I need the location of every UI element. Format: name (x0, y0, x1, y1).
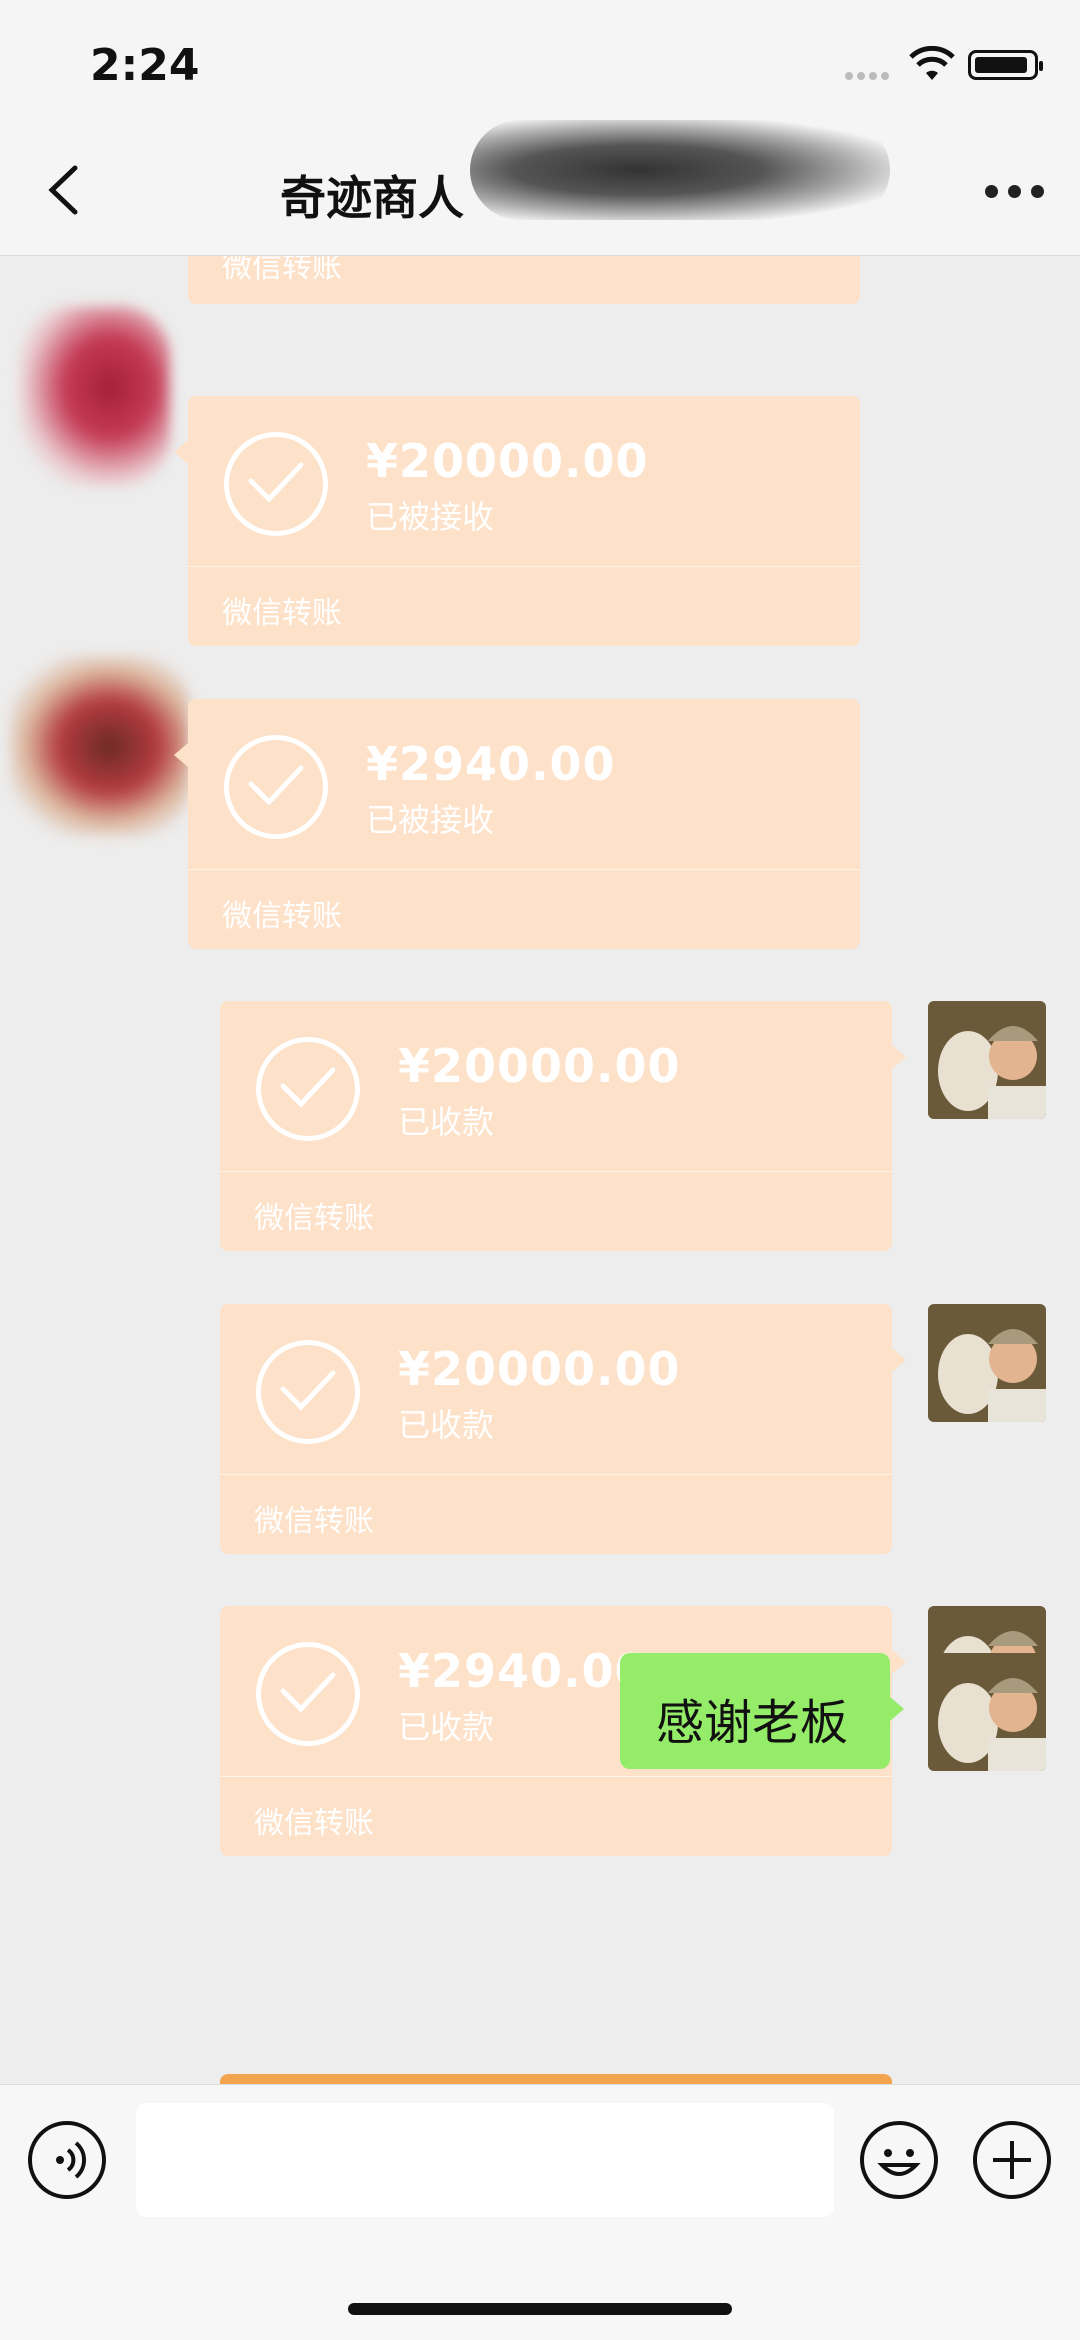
message-input[interactable] (136, 2103, 834, 2217)
divider (220, 1474, 892, 1475)
transfer-brand: 微信转账 (254, 1504, 374, 1539)
avatar[interactable] (10, 656, 190, 836)
check-circle-icon (256, 1642, 360, 1746)
transfer-status: 已收款 (398, 1708, 495, 1746)
chat-area[interactable]: 微信转账 ¥20000.00 已被接收 微信转账 ¥2940.00 已被接收 微… (0, 256, 1080, 2084)
transfer-amount: ¥20000.00 (398, 1342, 681, 1396)
check-circle-icon (224, 735, 328, 839)
transfer-card[interactable]: ¥20000.00 已被接收 微信转账 (174, 396, 860, 646)
transfer-amount: ¥20000.00 (366, 434, 649, 488)
input-bar (0, 2084, 1080, 2340)
check-circle-icon (256, 1037, 360, 1141)
transfer-card[interactable]: 微信转账 (188, 256, 860, 304)
transfer-brand: 微信转账 (222, 899, 342, 934)
divider (220, 1171, 892, 1172)
home-indicator[interactable] (348, 2303, 732, 2315)
voice-icon[interactable] (28, 2121, 106, 2199)
emoji-icon[interactable] (860, 2121, 938, 2199)
transfer-card[interactable]: ¥20000.00 已收款 微信转账 (220, 1304, 906, 1554)
back-button[interactable] (40, 160, 90, 220)
transfer-brand: 微信转账 (222, 596, 342, 631)
transfer-amount: ¥20000.00 (398, 1039, 681, 1093)
transfer-status: 已被接收 (366, 801, 495, 839)
avatar[interactable] (928, 1001, 1046, 1119)
transfer-status: 已被接收 (366, 498, 495, 536)
check-circle-icon (224, 432, 328, 536)
wifi-icon (909, 46, 955, 80)
divider (220, 1776, 892, 1777)
transfer-brand: 微信转账 (254, 1201, 374, 1236)
avatar[interactable] (928, 1304, 1046, 1422)
transfer-brand: 微信转账 (222, 256, 342, 285)
transfer-amount: ¥2940.00 (366, 737, 616, 791)
battery-icon (968, 50, 1043, 80)
status-bar: 2:24 (0, 0, 1080, 130)
more-button[interactable] (985, 185, 1045, 201)
chat-title: 奇迹商人 (280, 171, 464, 225)
transfer-status: 已收款 (398, 1406, 495, 1444)
avatar[interactable] (20, 306, 170, 486)
transfer-brand: 微信转账 (254, 1806, 374, 1841)
signal-icon (845, 72, 895, 82)
status-time: 2:24 (90, 40, 200, 91)
transfer-amount: ¥2940.00 (398, 1644, 648, 1698)
redaction-smudge (470, 120, 890, 220)
message-text: 感谢老板 (656, 1695, 849, 1751)
transfer-card[interactable] (220, 2074, 892, 2084)
message-bubble[interactable]: 感谢老板 (620, 1653, 904, 1769)
check-circle-icon (256, 1340, 360, 1444)
avatar[interactable] (928, 1653, 1046, 1771)
plus-icon[interactable] (973, 2121, 1051, 2199)
transfer-card[interactable]: ¥20000.00 已收款 微信转账 (220, 1001, 906, 1251)
transfer-status: 已收款 (398, 1103, 495, 1141)
divider (188, 869, 860, 870)
transfer-card[interactable]: ¥2940.00 已被接收 微信转账 (174, 699, 860, 949)
divider (188, 566, 860, 567)
